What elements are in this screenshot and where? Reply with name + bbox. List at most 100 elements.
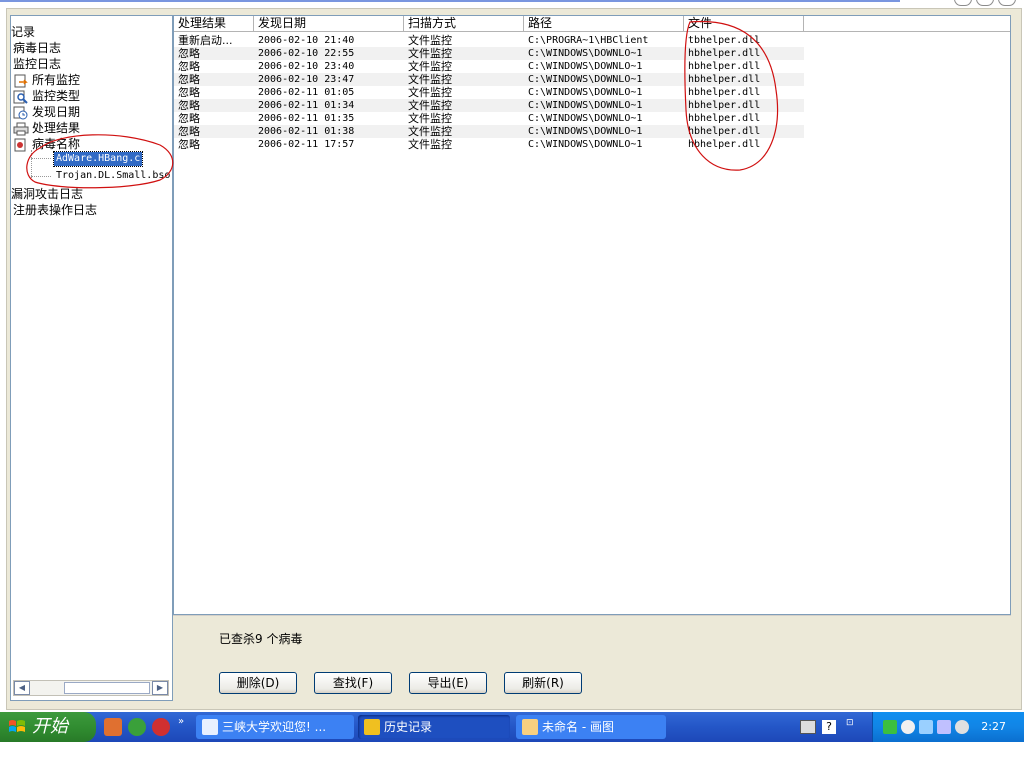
tree-label: 病毒名称 — [32, 137, 81, 151]
help-icon[interactable]: ? — [822, 720, 836, 734]
tree-label: 病毒日志 — [13, 41, 62, 55]
scroll-thumb[interactable] — [64, 682, 150, 694]
keyboard-icon[interactable] — [800, 720, 816, 734]
quicklaunch-browser-icon[interactable] — [128, 718, 146, 736]
maximize-button[interactable] — [976, 0, 994, 6]
cell-file: hbhelper.dll — [688, 139, 761, 150]
language-bar-icon[interactable]: ⊡ — [846, 718, 854, 728]
tree-label: 发现日期 — [32, 105, 81, 119]
tree-item-monitor-log[interactable]: 监控日志 — [13, 56, 61, 72]
cell-date: 2006-02-11 01:34 — [258, 100, 355, 111]
tree-item-all-monitor[interactable]: 所有监控 — [13, 72, 80, 88]
tray-monitor-icon[interactable] — [937, 720, 951, 734]
table-row[interactable]: 忽略 2006-02-10 23:40 文件监控 C:\WINDOWS\DOWNLO~… — [174, 60, 804, 73]
column-header-scan-method[interactable]: 扫描方式 — [404, 16, 524, 32]
cell-path: C:\WINDOWS\DOWNLO~1 — [528, 74, 643, 85]
close-button[interactable] — [998, 0, 1016, 6]
tray-volume-icon[interactable] — [955, 720, 969, 734]
tree-item-virus-name[interactable]: 病毒名称 — [13, 136, 80, 152]
delete-button[interactable]: 删除(D) — [219, 672, 297, 694]
column-header-empty — [804, 16, 1010, 32]
cell-file: hbhelper.dll — [688, 74, 761, 85]
tray-umbrella-icon[interactable] — [883, 720, 897, 734]
tree-item-found-date[interactable]: 发现日期 — [13, 104, 80, 120]
task-browser[interactable]: 三峡大学欢迎您! ... — [196, 715, 354, 739]
cell-file: hbhelper.dll — [688, 48, 761, 59]
task-paint[interactable]: 未命名 - 画图 — [516, 715, 666, 739]
column-header-path[interactable]: 路径 — [524, 16, 684, 32]
kill-count-status: 已查杀9 个病毒 — [219, 632, 303, 646]
minimize-button[interactable] — [954, 0, 972, 6]
tree-label: 漏洞攻击日志 — [11, 187, 84, 201]
start-label: 开始 — [32, 716, 68, 737]
action-panel: 已查杀9 个病毒 删除(D) 查找(F) 导出(E) 刷新(R) — [173, 615, 1011, 701]
table-row[interactable]: 忽略 2006-02-11 17:57 文件监控 C:\WINDOWS\DOWNLO~… — [174, 138, 804, 151]
virus-document-icon — [14, 138, 26, 151]
tree-item-exploit-log[interactable]: 漏洞攻击日志 — [11, 186, 83, 202]
scroll-left-arrow-icon[interactable]: ◀ — [14, 681, 30, 695]
tree-label: 所有监控 — [32, 73, 81, 87]
cell-result: 忽略 — [178, 112, 200, 125]
cell-file: hbhelper.dll — [688, 113, 761, 124]
clock: 2:27 — [981, 720, 1006, 733]
tree-leaf-adware[interactable]: AdWare.HBang.c — [52, 151, 144, 167]
cell-date: 2006-02-10 22:55 — [258, 48, 355, 59]
tree-connector — [31, 176, 51, 177]
quicklaunch-media-icon[interactable] — [152, 718, 170, 736]
tree-label: 监控日志 — [13, 57, 62, 71]
quicklaunch-app-icon[interactable] — [104, 718, 122, 736]
task-label: 历史记录 — [384, 720, 433, 734]
tree-item-registry-log[interactable]: 注册表操作日志 — [13, 202, 97, 218]
chevron-more-icon[interactable]: » — [178, 716, 184, 727]
start-button[interactable]: 开始 — [0, 712, 96, 742]
printer-icon — [13, 122, 29, 135]
cell-date: 2006-02-11 17:57 — [258, 139, 355, 150]
cell-path: C:\WINDOWS\DOWNLO~1 — [528, 100, 643, 111]
log-list: 处理结果 发现日期 扫描方式 路径 文件 重新启动... 2006-02-10 2… — [173, 15, 1011, 615]
cell-result: 忽略 — [178, 99, 200, 112]
cell-path: C:\WINDOWS\DOWNLO~1 — [528, 113, 643, 124]
cell-result: 忽略 — [178, 60, 200, 73]
tree-item-records[interactable]: 记录 — [11, 24, 35, 40]
cell-scan-method: 文件监控 — [408, 73, 452, 86]
desktop-strip — [0, 742, 1024, 768]
cell-scan-method: 文件监控 — [408, 112, 452, 125]
table-row[interactable]: 忽略 2006-02-10 23:47 文件监控 C:\WINDOWS\DOWNLO~… — [174, 73, 804, 86]
cell-file: tbhelper.dll — [688, 35, 761, 46]
table-row[interactable]: 忽略 2006-02-10 22:55 文件监控 C:\WINDOWS\DOWNLO~… — [174, 47, 804, 60]
tray-network-icon[interactable] — [919, 720, 933, 734]
cell-scan-method: 文件监控 — [408, 86, 452, 99]
log-tree: 记录 病毒日志 监控日志 所有监控 监控类型 发现日期 处理结果 病毒名称 Ad… — [10, 15, 173, 701]
tray-refresh-icon[interactable] — [901, 720, 915, 734]
table-row[interactable]: 忽略 2006-02-11 01:38 文件监控 C:\WINDOWS\DOWNLO~… — [174, 125, 804, 138]
cell-scan-method: 文件监控 — [408, 60, 452, 73]
cell-scan-method: 文件监控 — [408, 125, 452, 138]
table-row[interactable]: 忽略 2006-02-11 01:34 文件监控 C:\WINDOWS\DOWNLO~… — [174, 99, 804, 112]
tree-item-result[interactable]: 处理结果 — [13, 120, 80, 136]
task-history[interactable]: 历史记录 — [358, 715, 510, 739]
tree-item-monitor-type[interactable]: 监控类型 — [13, 88, 80, 104]
tree-item-virus-log[interactable]: 病毒日志 — [13, 40, 61, 56]
table-row[interactable]: 忽略 2006-02-11 01:35 文件监控 C:\WINDOWS\DOWNLO~… — [174, 112, 804, 125]
find-button[interactable]: 查找(F) — [314, 672, 392, 694]
task-label: 未命名 - 画图 — [542, 720, 614, 734]
tree-horizontal-scrollbar[interactable]: ◀ ▶ — [13, 680, 169, 696]
tree-label: 处理结果 — [32, 121, 81, 135]
cell-result: 忽略 — [178, 138, 200, 151]
scroll-right-arrow-icon[interactable]: ▶ — [152, 681, 168, 695]
column-header-result[interactable]: 处理结果 — [174, 16, 254, 32]
column-header-file[interactable]: 文件 — [684, 16, 804, 32]
cell-date: 2006-02-11 01:35 — [258, 113, 355, 124]
tree-label: 记录 — [11, 25, 36, 39]
table-row[interactable]: 重新启动... 2006-02-10 21:40 文件监控 C:\PROGRA~1\H… — [174, 34, 804, 47]
table-row[interactable]: 忽略 2006-02-11 01:05 文件监控 C:\WINDOWS\DOWNLO~… — [174, 86, 804, 99]
column-header-date[interactable]: 发现日期 — [254, 16, 404, 32]
tree-leaf-trojan[interactable]: Trojan.DL.Small.bso — [54, 169, 172, 183]
cell-date: 2006-02-11 01:38 — [258, 126, 355, 137]
cell-result: 忽略 — [178, 73, 200, 86]
cell-path: C:\WINDOWS\DOWNLO~1 — [528, 48, 643, 59]
cell-result: 忽略 — [178, 125, 200, 138]
export-button[interactable]: 导出(E) — [409, 672, 487, 694]
cell-file: hbhelper.dll — [688, 87, 761, 98]
refresh-button[interactable]: 刷新(R) — [504, 672, 582, 694]
